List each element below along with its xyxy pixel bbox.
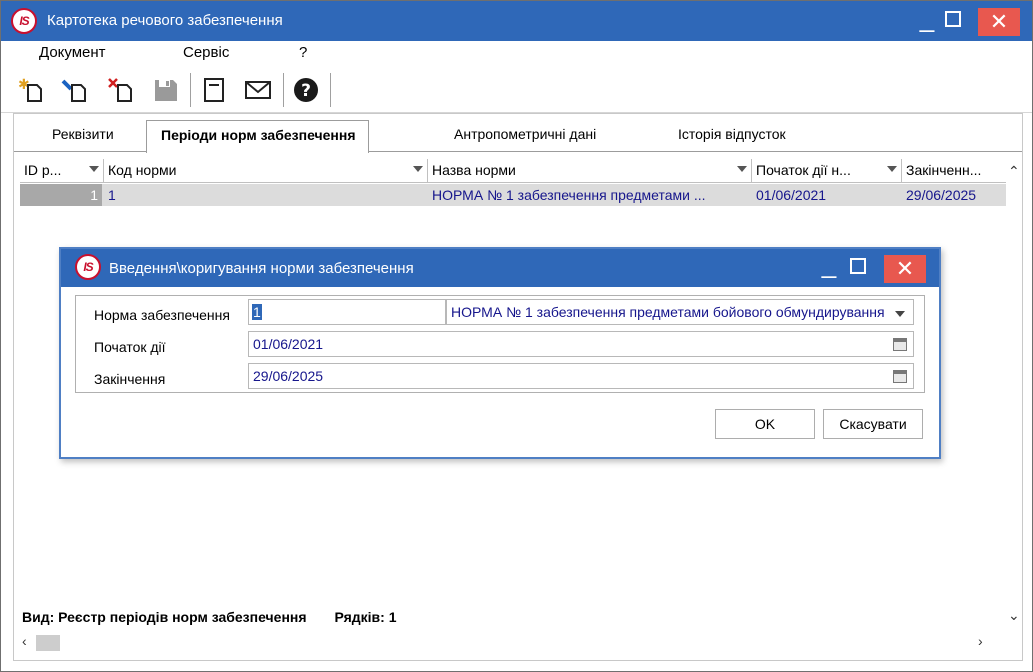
calendar-icon[interactable] bbox=[893, 370, 907, 383]
calendar-icon[interactable] bbox=[893, 338, 907, 351]
dialog-minimize-button[interactable]: _ bbox=[817, 251, 841, 281]
end-date-input[interactable]: 29/06/2025 bbox=[248, 363, 914, 389]
menu-service[interactable]: Сервіс bbox=[183, 44, 229, 61]
vertical-scrollbar[interactable]: ⌃ ⌄ bbox=[1006, 159, 1022, 623]
menu-document[interactable]: Документ bbox=[39, 44, 106, 61]
form-icon[interactable] bbox=[199, 75, 229, 105]
column-header-id[interactable]: ID р... bbox=[20, 159, 104, 183]
window-title: Картотека речового забезпечення bbox=[47, 12, 283, 29]
column-header-start-date[interactable]: Початок дії н... bbox=[752, 159, 902, 183]
main-window: IS Картотека речового забезпечення _ ✕ Д… bbox=[0, 0, 1033, 672]
start-date-value: 01/06/2021 bbox=[253, 336, 324, 352]
help-icon[interactable]: ? bbox=[291, 75, 321, 105]
tab-vacation-history[interactable]: Історія відпусток bbox=[678, 126, 786, 142]
cancel-button[interactable]: Скасувати bbox=[823, 409, 923, 439]
tab-requisites[interactable]: Реквізити bbox=[52, 126, 114, 142]
dialog-maximize-button[interactable] bbox=[850, 258, 866, 274]
toolbar-separator bbox=[330, 73, 331, 107]
scroll-thumb[interactable] bbox=[36, 635, 60, 651]
scroll-up-icon[interactable]: ⌃ bbox=[1008, 163, 1020, 180]
delete-document-icon[interactable] bbox=[107, 75, 137, 105]
dialog-form: Норма забезпечення 1 НОРМА № 1 забезпече… bbox=[75, 295, 925, 393]
new-document-icon[interactable]: ✱ bbox=[17, 75, 47, 105]
app-logo-icon: IS bbox=[75, 254, 101, 280]
norm-name-select[interactable]: НОРМА № 1 забезпечення предметами бойово… bbox=[446, 299, 914, 325]
mail-icon[interactable] bbox=[243, 75, 273, 105]
table-cell-id: 1 bbox=[20, 184, 102, 206]
toolbar-separator bbox=[283, 73, 284, 107]
dialog-title-bar: IS Введення\коригування норми забезпечен… bbox=[61, 249, 939, 287]
end-date-label: Закінчення bbox=[94, 371, 166, 387]
column-header-norm-code[interactable]: Код норми bbox=[104, 159, 428, 183]
grid-header: ID р... Код норми Назва норми Початок ді… bbox=[20, 159, 1006, 183]
status-row-count: Рядків: 1 bbox=[334, 609, 397, 625]
chevron-down-icon[interactable] bbox=[895, 311, 905, 317]
norm-code-value: 1 bbox=[252, 304, 262, 320]
dialog-close-button[interactable]: ✕ bbox=[884, 255, 926, 283]
horizontal-scrollbar[interactable]: ‹ › bbox=[14, 628, 1022, 658]
minimize-button[interactable]: _ bbox=[915, 5, 939, 35]
end-date-value: 29/06/2025 bbox=[253, 368, 324, 384]
table-cell-norm-code: 1 bbox=[108, 187, 116, 203]
tab-norm-periods[interactable]: Періоди норм забезпечення bbox=[146, 120, 369, 153]
tab-bar: Реквізити Періоди норм забезпечення Антр… bbox=[14, 114, 1022, 153]
table-cell-start-date: 01/06/2021 bbox=[756, 187, 827, 203]
menu-bar: Документ Сервіс ? bbox=[1, 41, 1032, 67]
scroll-right-icon[interactable]: › bbox=[978, 633, 983, 649]
table-cell-end-date: 29/06/2025 bbox=[906, 187, 977, 203]
app-logo-icon: IS bbox=[11, 8, 37, 34]
table-cell-norm-name: НОРМА № 1 забезпечення предметами ... bbox=[432, 187, 706, 203]
column-header-end-date[interactable]: Закінченн... bbox=[902, 159, 1006, 183]
start-date-input[interactable]: 01/06/2021 bbox=[248, 331, 914, 357]
scroll-left-icon[interactable]: ‹ bbox=[22, 633, 27, 649]
maximize-button[interactable] bbox=[945, 11, 961, 27]
start-date-label: Початок дії bbox=[94, 339, 166, 355]
norm-label: Норма забезпечення bbox=[94, 307, 230, 323]
status-line: Вид: Реєстр періодів норм забезпечення Р… bbox=[22, 609, 397, 625]
save-icon[interactable] bbox=[151, 75, 181, 105]
edit-document-icon[interactable] bbox=[61, 75, 91, 105]
column-header-norm-name[interactable]: Назва норми bbox=[428, 159, 752, 183]
menu-help[interactable]: ? bbox=[299, 44, 307, 61]
scroll-down-icon[interactable]: ⌄ bbox=[1008, 607, 1020, 624]
table-row[interactable]: 1 1 НОРМА № 1 забезпечення предметами ..… bbox=[20, 184, 1006, 206]
ok-button[interactable]: OK bbox=[715, 409, 815, 439]
svg-text:?: ? bbox=[301, 81, 311, 101]
toolbar: ✱ ? bbox=[1, 67, 1032, 113]
toolbar-separator bbox=[190, 73, 191, 107]
status-view: Вид: Реєстр періодів норм забезпечення bbox=[22, 609, 307, 625]
norm-edit-dialog: IS Введення\коригування норми забезпечен… bbox=[59, 247, 941, 459]
tab-anthropometric-data[interactable]: Антропометричні дані bbox=[454, 126, 596, 142]
norm-code-input[interactable]: 1 bbox=[248, 299, 446, 325]
title-bar: IS Картотека речового забезпечення _ ✕ bbox=[1, 1, 1032, 41]
close-button[interactable]: ✕ bbox=[978, 8, 1020, 36]
norm-name-value: НОРМА № 1 забезпечення предметами бойово… bbox=[451, 304, 885, 320]
dialog-title: Введення\коригування норми забезпечення bbox=[109, 260, 414, 277]
